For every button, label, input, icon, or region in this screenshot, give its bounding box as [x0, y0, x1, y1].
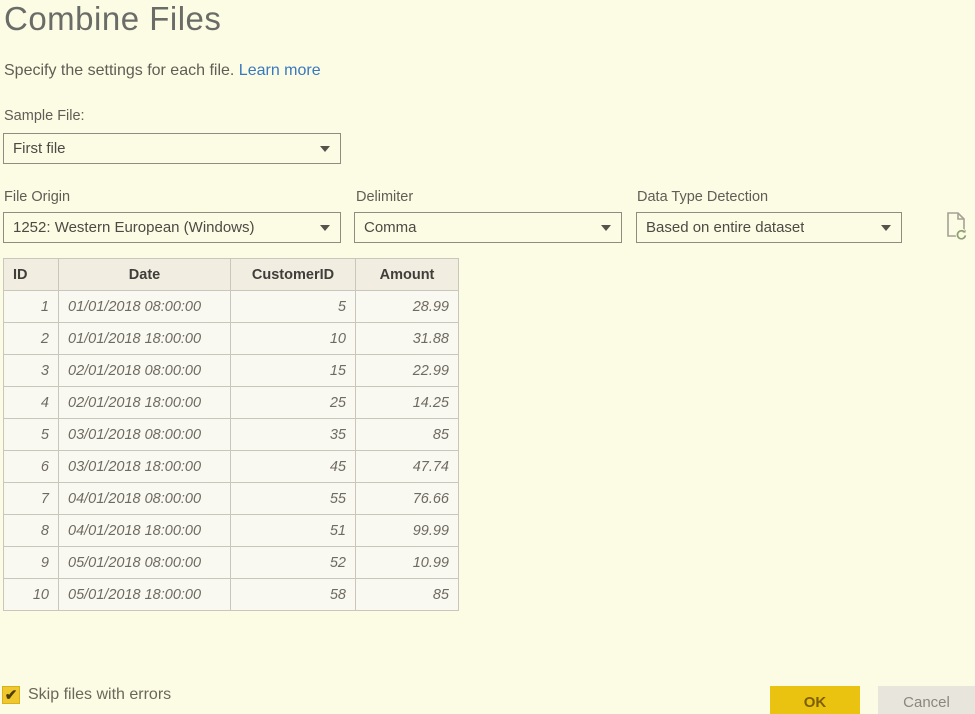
file-origin-dropdown[interactable]: 1252: Western European (Windows) [3, 212, 341, 243]
skip-files-checkbox[interactable]: ✔ [2, 686, 20, 704]
table-cell: 10 [4, 579, 59, 611]
delimiter-label: Delimiter [356, 189, 413, 205]
table-row: 704/01/2018 08:00:005576.66 [4, 483, 459, 515]
subtitle: Specify the settings for each file. Lear… [4, 62, 321, 80]
chevron-down-icon [320, 146, 330, 152]
table-cell: 04/01/2018 18:00:00 [59, 515, 231, 547]
table-cell: 25 [231, 387, 356, 419]
table-row: 201/01/2018 18:00:001031.88 [4, 323, 459, 355]
file-origin-value: 1252: Western European (Windows) [13, 219, 255, 236]
table-cell: 10.99 [356, 547, 459, 579]
data-type-detection-label: Data Type Detection [637, 189, 768, 205]
column-header-date: Date [59, 259, 231, 291]
skip-files-label: Skip files with errors [28, 686, 171, 704]
page-title: Combine Files [4, 0, 221, 38]
delimiter-dropdown[interactable]: Comma [354, 212, 622, 243]
table-cell: 51 [231, 515, 356, 547]
table-cell: 76.66 [356, 483, 459, 515]
table-cell: 6 [4, 451, 59, 483]
file-origin-label: File Origin [4, 189, 70, 205]
table-cell: 05/01/2018 08:00:00 [59, 547, 231, 579]
table-cell: 4 [4, 387, 59, 419]
table-cell: 22.99 [356, 355, 459, 387]
table-row: 402/01/2018 18:00:002514.25 [4, 387, 459, 419]
learn-more-link[interactable]: Learn more [239, 62, 321, 79]
column-header-amount: Amount [356, 259, 459, 291]
table-cell: 8 [4, 515, 59, 547]
data-type-detection-dropdown[interactable]: Based on entire dataset [636, 212, 902, 243]
table-cell: 58 [231, 579, 356, 611]
table-cell: 7 [4, 483, 59, 515]
table-cell: 01/01/2018 08:00:00 [59, 291, 231, 323]
table-cell: 47.74 [356, 451, 459, 483]
table-row: 503/01/2018 08:00:003585 [4, 419, 459, 451]
sample-file-value: First file [13, 140, 66, 157]
table-row: 1005/01/2018 18:00:005885 [4, 579, 459, 611]
table-cell: 35 [231, 419, 356, 451]
table-cell: 02/01/2018 18:00:00 [59, 387, 231, 419]
table-row: 302/01/2018 08:00:001522.99 [4, 355, 459, 387]
table-cell: 03/01/2018 18:00:00 [59, 451, 231, 483]
table-cell: 85 [356, 579, 459, 611]
table-cell: 04/01/2018 08:00:00 [59, 483, 231, 515]
table-cell: 45 [231, 451, 356, 483]
table-cell: 5 [231, 291, 356, 323]
subtitle-text: Specify the settings for each file. [4, 62, 234, 79]
table-row: 804/01/2018 18:00:005199.99 [4, 515, 459, 547]
chevron-down-icon [881, 225, 891, 231]
table-cell: 55 [231, 483, 356, 515]
table-cell: 2 [4, 323, 59, 355]
table-row: 905/01/2018 08:00:005210.99 [4, 547, 459, 579]
skip-files-with-errors-option[interactable]: ✔ Skip files with errors [2, 686, 171, 704]
table-cell: 52 [231, 547, 356, 579]
column-header-customerid: CustomerID [231, 259, 356, 291]
table-row: 603/01/2018 18:00:004547.74 [4, 451, 459, 483]
table-cell: 1 [4, 291, 59, 323]
table-cell: 15 [231, 355, 356, 387]
data-type-detection-value: Based on entire dataset [646, 219, 804, 236]
table-cell: 10 [231, 323, 356, 355]
table-cell: 99.99 [356, 515, 459, 547]
table-cell: 14.25 [356, 387, 459, 419]
sample-file-dropdown[interactable]: First file [3, 133, 341, 164]
column-header-id: ID [4, 259, 59, 291]
table-cell: 3 [4, 355, 59, 387]
table-cell: 85 [356, 419, 459, 451]
table-cell: 02/01/2018 08:00:00 [59, 355, 231, 387]
table-cell: 5 [4, 419, 59, 451]
sample-file-label: Sample File: [4, 108, 85, 124]
cancel-button[interactable]: Cancel [878, 686, 975, 714]
table-cell: 31.88 [356, 323, 459, 355]
table-cell: 9 [4, 547, 59, 579]
ok-button[interactable]: OK [770, 686, 860, 714]
table-cell: 05/01/2018 18:00:00 [59, 579, 231, 611]
table-cell: 03/01/2018 08:00:00 [59, 419, 231, 451]
chevron-down-icon [320, 225, 330, 231]
delimiter-value: Comma [364, 219, 417, 236]
table-row: 101/01/2018 08:00:00528.99 [4, 291, 459, 323]
table-cell: 28.99 [356, 291, 459, 323]
preview-table: IDDateCustomerIDAmount 101/01/2018 08:00… [3, 258, 459, 611]
chevron-down-icon [601, 225, 611, 231]
table-header-row: IDDateCustomerIDAmount [4, 259, 459, 291]
file-refresh-icon[interactable] [941, 209, 971, 243]
table-cell: 01/01/2018 18:00:00 [59, 323, 231, 355]
